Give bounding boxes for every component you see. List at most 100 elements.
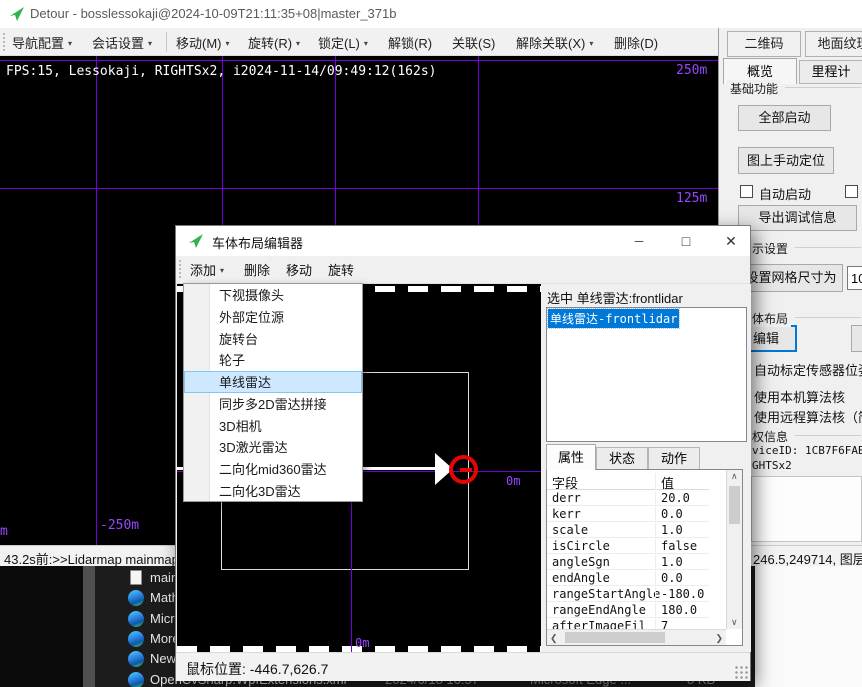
table-row[interactable]: endAngle0.0 — [547, 570, 709, 586]
menu-delete[interactable]: 删除(D) — [614, 33, 658, 52]
toolbar-grip[interactable] — [3, 33, 5, 51]
tab-qrcode[interactable]: 二维码 — [727, 31, 801, 57]
table-row[interactable]: scale1.0 — [547, 522, 709, 538]
auto-start-label: 自动启动 — [759, 184, 811, 203]
selected-sensor-marker[interactable] — [449, 455, 478, 484]
scroll-left-icon[interactable]: ❮ — [550, 633, 558, 644]
menu-item-single-line-lidar[interactable]: 单线雷达 — [184, 371, 362, 393]
menu-item-mid360-lidar[interactable]: 二向化mid360雷达 — [184, 458, 362, 480]
edge-browser-icon — [128, 611, 144, 627]
scroll-right-icon[interactable]: ❯ — [715, 633, 723, 644]
dialog-titlebar[interactable]: 车体布局编辑器 ─ □ ✕ — [176, 226, 750, 256]
table-row[interactable]: kerr0.0 — [547, 506, 709, 522]
rotate-button[interactable]: 旋转 — [322, 260, 360, 281]
edge-browser-icon — [128, 590, 144, 606]
menu-item-external-positioning[interactable]: 外部定位源 — [184, 306, 362, 328]
rights-text: GHTSx2 — [752, 459, 792, 472]
menu-item-down-camera[interactable]: 下视摄像头 — [184, 284, 362, 306]
remote-core-option[interactable]: 使用远程算法核（简 — [754, 407, 862, 426]
menu-link[interactable]: 关联(S) — [452, 33, 495, 52]
caret-down-icon: ▾ — [226, 39, 230, 48]
window-title: Detour - bosslessokaji@2024-10-09T21:11:… — [30, 6, 396, 21]
mouse-position-text: 鼠标位置: -446.7,626.7 — [186, 659, 328, 679]
scrollbar-thumb[interactable] — [729, 486, 740, 524]
edge-browser-icon — [128, 672, 144, 687]
minus-icon — [460, 468, 472, 472]
scroll-up-icon[interactable]: ∧ — [731, 471, 738, 482]
explorer-scrollbar[interactable] — [83, 566, 95, 687]
menu-item-3d-laser-lidar[interactable]: 3D激光雷达 — [184, 436, 362, 458]
export-debug-button[interactable]: 导出调试信息 — [738, 205, 857, 231]
menu-lock[interactable]: 锁定(L)▾ — [318, 33, 368, 52]
file-icon — [130, 570, 142, 585]
table-vertical-scrollbar[interactable]: ∧ ∨ — [726, 470, 742, 629]
tab-state[interactable]: 状态 — [596, 447, 648, 470]
second-checkbox[interactable] — [845, 185, 858, 198]
menu-unlock[interactable]: 解锁(R) — [388, 33, 432, 52]
statusbar-log-text: 43.2s前:>>Lidarmap mainmap — [4, 549, 179, 568]
local-core-option[interactable]: 使用本机算法核 — [754, 387, 845, 406]
menu-item-sync-2d-lidar[interactable]: 同步多2D雷达拼接 — [184, 393, 362, 415]
gridline-h-125m — [0, 188, 718, 189]
table-row[interactable]: isCirclefalse — [547, 538, 709, 554]
dialog-logo-icon — [188, 233, 204, 249]
move-button[interactable]: 移动 — [280, 260, 318, 281]
menu-session-settings[interactable]: 会话设置▾ — [92, 33, 152, 52]
auto-start-checkbox[interactable] — [740, 185, 753, 198]
listbox-selected-item[interactable]: 单线雷达-frontlidar — [548, 309, 679, 328]
property-table[interactable]: 字段值 derr20.0 kerr0.0 scale1.0 isCirclefa… — [546, 469, 743, 646]
group-layout-label: 体布局 — [749, 310, 791, 327]
auto-calibrate-label[interactable]: 自动标定传感器位姿 — [754, 360, 862, 379]
menu-item-3d-camera[interactable]: 3D相机 — [184, 414, 362, 436]
resize-grip[interactable] — [734, 665, 748, 679]
menu-item-wheel[interactable]: 轮子 — [184, 349, 362, 371]
manual-locate-button[interactable]: 图上手动定位 — [738, 147, 834, 174]
close-button[interactable]: ✕ — [718, 229, 744, 253]
table-horizontal-scrollbar[interactable]: ❮ ❯ — [547, 629, 726, 645]
axis-label-0m: 0m — [506, 474, 520, 488]
minimize-button[interactable]: ─ — [626, 229, 652, 253]
menu-item-turntable[interactable]: 旋转台 — [184, 327, 362, 349]
selected-sensor-label: 选中 单线雷达:frontlidar — [547, 288, 683, 307]
menu-rotate[interactable]: 旋转(R)▾ — [248, 33, 300, 52]
table-row[interactable]: rangeEndAngle180.0 — [547, 602, 709, 618]
group-line — [795, 435, 861, 436]
delete-button[interactable]: 删除 — [238, 260, 276, 281]
group-license-label: 权信息 — [749, 428, 791, 445]
dialog-statusbar: 鼠标位置: -446.7,626.7 — [176, 652, 750, 681]
table-row[interactable]: derr20.0 — [547, 490, 709, 506]
table-row[interactable]: angleSgn1.0 — [547, 554, 709, 570]
menu-nav-config[interactable]: 导航配置▾ — [12, 33, 72, 52]
table-row[interactable]: rangeStartAngle-180.0 — [547, 586, 709, 602]
maximize-button[interactable]: □ — [673, 229, 699, 253]
caret-down-icon: ▾ — [364, 39, 368, 48]
menu-item-2d-3d-lidar[interactable]: 二向化3D雷达 — [184, 479, 362, 501]
set-grid-size-button[interactable]: 设置网格尺寸为 — [739, 264, 843, 292]
scrollbar-thumb[interactable] — [565, 632, 665, 643]
toolbar-grip[interactable] — [179, 260, 181, 278]
map-label-125m: 125m — [676, 191, 707, 206]
menu-separator — [166, 32, 167, 52]
caret-down-icon: ▾ — [148, 39, 152, 48]
tab-actions[interactable]: 动作 — [648, 447, 700, 470]
menu-unlink[interactable]: 解除关联(X)▾ — [516, 33, 593, 52]
add-dropdown-menu: 下视摄像头 外部定位源 旋转台 轮子 单线雷达 同步多2D雷达拼接 3D相机 3… — [183, 283, 363, 502]
axis-label-0m: 0m — [355, 636, 369, 650]
main-menubar: 导航配置▾ 会话设置▾ 移动(M)▾ 旋转(R)▾ 锁定(L)▾ 解锁(R) 关… — [0, 28, 718, 56]
scroll-down-icon[interactable]: ∨ — [731, 617, 738, 628]
start-all-button[interactable]: 全部启动 — [738, 105, 831, 131]
app-logo-icon — [9, 6, 25, 22]
sensor-listbox[interactable]: 单线雷达-frontlidar — [546, 307, 747, 442]
device-id-text: viceID: 1CB7F6FAB94 — [752, 444, 862, 457]
caret-down-icon: ▾ — [296, 39, 300, 48]
grid-size-input[interactable] — [847, 266, 862, 290]
map-hud-text: FPS:15, Lessokaji, RIGHTSx2, i2024-11-14… — [6, 64, 436, 79]
menu-move[interactable]: 移动(M)▾ — [176, 33, 230, 52]
tab-odometer[interactable]: 里程计 — [799, 60, 862, 84]
add-button[interactable]: 添加▾ — [184, 260, 230, 281]
partial-button[interactable] — [851, 325, 862, 352]
tab-ground-texture[interactable]: 地面纹理导 — [805, 31, 862, 57]
gridline-v — [96, 56, 97, 545]
group-line — [785, 87, 861, 88]
tab-properties[interactable]: 属性 — [546, 444, 596, 470]
